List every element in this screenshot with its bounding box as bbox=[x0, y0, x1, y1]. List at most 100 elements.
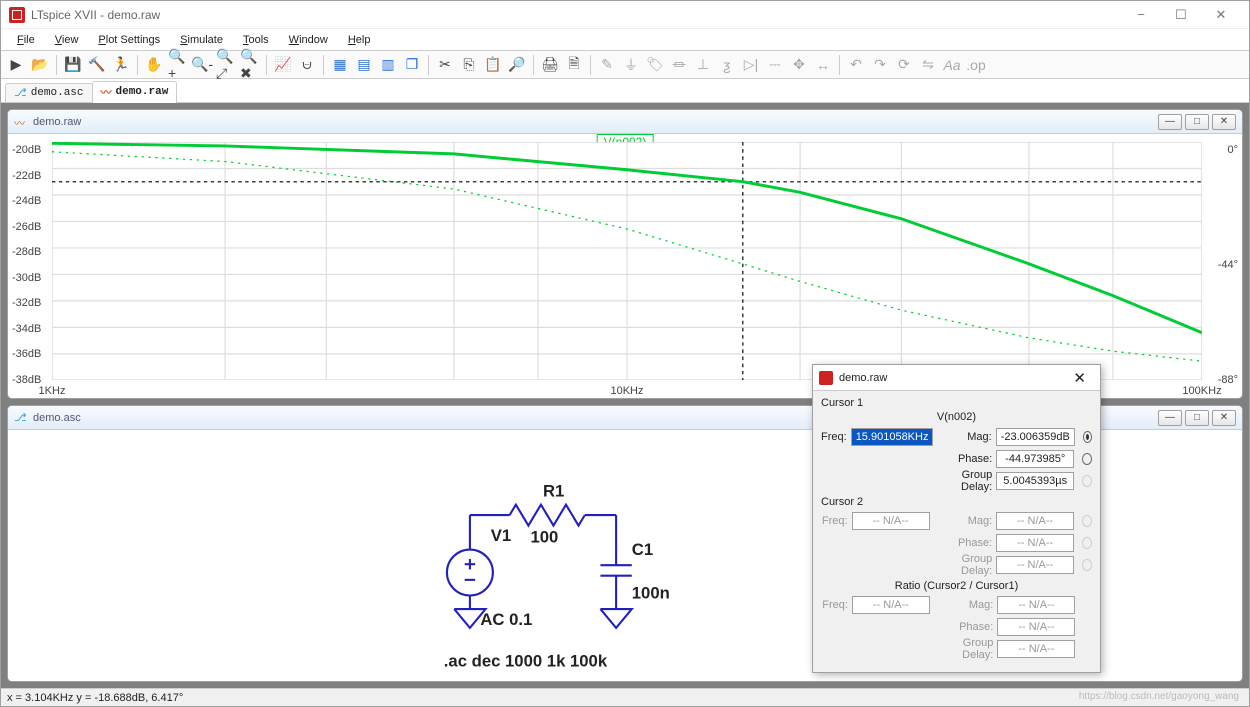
app-icon bbox=[819, 371, 833, 385]
window-minimize-button[interactable]: − bbox=[1121, 4, 1161, 26]
zoom-fit-icon[interactable]: 🔍⤢ bbox=[215, 54, 237, 76]
spice-directive-icon[interactable]: .op bbox=[965, 54, 987, 76]
undo-icon[interactable]: ↶ bbox=[845, 54, 867, 76]
place-gnd-icon[interactable]: ⏚ bbox=[620, 54, 642, 76]
draw-wire-icon[interactable]: ✎ bbox=[596, 54, 618, 76]
mdi-minimize-button[interactable]: — bbox=[1158, 114, 1182, 130]
mdi-minimize-button[interactable]: — bbox=[1158, 410, 1182, 426]
save-icon[interactable]: 💾 bbox=[62, 54, 84, 76]
cursor1-gd-radio[interactable] bbox=[1082, 475, 1092, 487]
cursor1-phase-radio[interactable] bbox=[1082, 453, 1092, 465]
cursor-dialog-titlebar[interactable]: demo.raw ✕ bbox=[813, 365, 1100, 391]
window-title: LTspice XVII - demo.raw bbox=[31, 8, 160, 22]
cursor1-freq-value[interactable]: 15.901058KHz bbox=[851, 428, 934, 446]
cursor-dialog[interactable]: demo.raw ✕ Cursor 1 V(n002) Freq: 15.901… bbox=[812, 364, 1101, 673]
chart-canvas[interactable] bbox=[52, 142, 1202, 380]
groupdelay-label: Group Delay: bbox=[938, 469, 993, 493]
v1-name: V1 bbox=[491, 527, 511, 546]
mdi-maximize-button[interactable]: □ bbox=[1185, 114, 1209, 130]
cursor1-mag-value[interactable]: -23.006359dB bbox=[996, 428, 1075, 446]
menu-view[interactable]: View bbox=[45, 32, 89, 48]
place-comp-icon[interactable]: ⎓ bbox=[764, 54, 786, 76]
c1-name: C1 bbox=[632, 540, 653, 559]
cursor2-mag-value[interactable]: -- N/A-- bbox=[996, 512, 1074, 530]
menu-tools[interactable]: Tools bbox=[233, 32, 279, 48]
status-bar: x = 3.104KHz y = -18.688dB, 6.417° bbox=[1, 688, 1249, 706]
find-icon[interactable]: 🔎 bbox=[506, 54, 528, 76]
zoom-cancel-icon[interactable]: 🔍✖ bbox=[239, 54, 261, 76]
window-maximize-button[interactable]: ☐ bbox=[1161, 4, 1201, 26]
mdi-close-button[interactable]: ✕ bbox=[1212, 114, 1236, 130]
cursor1-phase-value[interactable]: -44.973985° bbox=[996, 450, 1074, 468]
ratio-mag-value: -- N/A-- bbox=[997, 596, 1075, 614]
schematic-icon: ⎇ bbox=[14, 86, 27, 100]
zoom-out-icon[interactable]: 🔍- bbox=[191, 54, 213, 76]
menu-help[interactable]: Help bbox=[338, 32, 381, 48]
cursor2-phase-value[interactable]: -- N/A-- bbox=[996, 534, 1074, 552]
freq-label: Freq: bbox=[821, 599, 848, 611]
mag-label: Mag: bbox=[938, 515, 993, 527]
cursor2-mag-radio[interactable] bbox=[1082, 515, 1092, 527]
plot-area[interactable]: V(n002) -20dB-2 bbox=[8, 134, 1242, 398]
place-cap-icon[interactable]: ⊥ bbox=[692, 54, 714, 76]
cursor2-gd-value[interactable]: -- N/A-- bbox=[996, 556, 1074, 574]
autorange-icon[interactable]: 📈 bbox=[272, 54, 294, 76]
zoom-in-icon[interactable]: 🔍+ bbox=[167, 54, 189, 76]
place-diode-icon[interactable]: ▷| bbox=[740, 54, 762, 76]
open-icon[interactable]: 📂 bbox=[29, 54, 51, 76]
print-icon[interactable]: 🖨 bbox=[539, 54, 561, 76]
mdi-maximize-button[interactable]: □ bbox=[1185, 410, 1209, 426]
cursor2-gd-radio[interactable] bbox=[1082, 559, 1092, 571]
cursor1-gd-value[interactable]: 5.0045393µs bbox=[996, 472, 1074, 490]
mirror-icon[interactable]: ⇋ bbox=[917, 54, 939, 76]
menu-plot-settings[interactable]: Plot Settings bbox=[88, 32, 170, 48]
tile-horiz-icon[interactable]: ▤ bbox=[353, 54, 375, 76]
pan-icon[interactable]: ✋ bbox=[143, 54, 165, 76]
dialog-close-button[interactable]: ✕ bbox=[1065, 369, 1094, 387]
print-preview-icon[interactable]: 🗎 bbox=[563, 54, 585, 76]
place-ind-icon[interactable]: ƺ bbox=[716, 54, 738, 76]
waveform-icon: 〰 bbox=[14, 115, 28, 129]
cursor1-heading: Cursor 1 bbox=[821, 397, 1092, 409]
cursor2-phase-radio[interactable] bbox=[1082, 537, 1092, 549]
place-res-icon[interactable]: ⏛ bbox=[668, 54, 690, 76]
redo-icon[interactable]: ↷ bbox=[869, 54, 891, 76]
rotate-icon[interactable]: ⟳ bbox=[893, 54, 915, 76]
hammer-icon[interactable]: 🔨 bbox=[86, 54, 108, 76]
add-trace-icon[interactable]: ⩁ bbox=[296, 54, 318, 76]
cursor2-freq-value[interactable]: -- N/A-- bbox=[852, 512, 930, 530]
menu-simulate[interactable]: Simulate bbox=[170, 32, 233, 48]
document-tab-bar: ⎇ demo.asc 〰 demo.raw bbox=[1, 79, 1249, 103]
menu-file[interactable]: File bbox=[7, 32, 45, 48]
tile-vert-icon[interactable]: ▥ bbox=[377, 54, 399, 76]
phase-label: Phase: bbox=[938, 537, 993, 549]
freq-label: Freq: bbox=[821, 515, 848, 527]
cascade-icon[interactable]: ❐ bbox=[401, 54, 423, 76]
window-close-button[interactable]: ✕ bbox=[1201, 4, 1241, 26]
phase-label: Phase: bbox=[938, 453, 993, 465]
cut-icon[interactable]: ✂ bbox=[434, 54, 456, 76]
move-icon[interactable]: ✥ bbox=[788, 54, 810, 76]
text-icon[interactable]: Aa bbox=[941, 54, 963, 76]
schematic-icon: ⎇ bbox=[14, 411, 28, 425]
cursor-node-label: V(n002) bbox=[821, 411, 1092, 423]
running-man-icon[interactable]: 🏃 bbox=[110, 54, 132, 76]
tile-windows-icon[interactable]: ▦ bbox=[329, 54, 351, 76]
menu-bar: File View Plot Settings Simulate Tools W… bbox=[1, 29, 1249, 51]
ratio-freq-value: -- N/A-- bbox=[852, 596, 930, 614]
label-net-icon[interactable]: 🏷 bbox=[644, 54, 666, 76]
drag-icon[interactable]: ↔ bbox=[812, 54, 834, 76]
paste-icon[interactable]: 📋 bbox=[482, 54, 504, 76]
plot-title-bar[interactable]: 〰 demo.raw — □ ✕ bbox=[8, 110, 1242, 134]
tab-demo-asc[interactable]: ⎇ demo.asc bbox=[5, 83, 93, 102]
copy-icon[interactable]: ⎘ bbox=[458, 54, 480, 76]
cursor1-mag-radio[interactable] bbox=[1083, 431, 1092, 443]
schematic-title: demo.asc bbox=[33, 412, 81, 424]
app-icon bbox=[9, 7, 25, 23]
menu-window[interactable]: Window bbox=[279, 32, 338, 48]
tab-demo-raw[interactable]: 〰 demo.raw bbox=[92, 81, 178, 103]
waveform-icon: 〰 bbox=[101, 84, 112, 100]
groupdelay-label: Group Delay: bbox=[938, 637, 993, 661]
mdi-close-button[interactable]: ✕ bbox=[1212, 410, 1236, 426]
run-icon[interactable]: ▶ bbox=[5, 54, 27, 76]
